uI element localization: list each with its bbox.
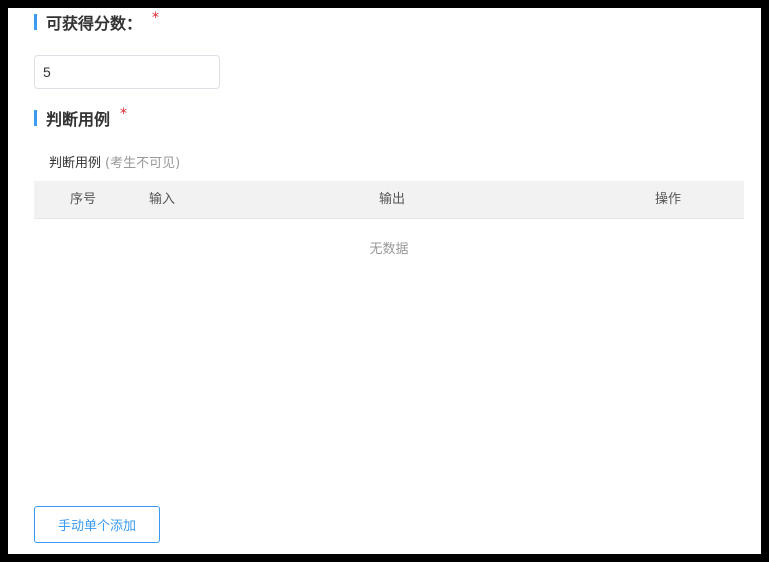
table-caption-hint: (考生不可见) xyxy=(105,156,181,171)
required-mark: * xyxy=(152,10,160,26)
section-accent-bar xyxy=(34,14,37,30)
required-mark: * xyxy=(120,106,128,122)
table-caption-label: 判断用例 xyxy=(49,156,102,171)
add-single-case-button[interactable]: 手动单个添加 xyxy=(34,506,160,543)
column-header-input: 输入 xyxy=(149,192,176,207)
score-section-title: 可获得分数： * xyxy=(34,10,160,33)
column-header-output: 输出 xyxy=(379,192,406,207)
column-header-index: 序号 xyxy=(70,192,97,207)
column-header-action: 操作 xyxy=(655,192,682,207)
empty-state-text: 无数据 xyxy=(369,242,409,257)
form-panel: 可获得分数： * 判断用例 * 判断用例(考生不可见) 序号 输入 输出 操作 … xyxy=(8,8,761,554)
table-header: 序号 输入 输出 操作 xyxy=(34,181,744,219)
score-label: 可获得分数： xyxy=(46,14,143,33)
cases-table: 序号 输入 输出 操作 无数据 xyxy=(34,181,744,281)
section-accent-bar xyxy=(34,110,37,126)
table-caption: 判断用例 (考生不可见) xyxy=(49,152,180,171)
cases-section-title: 判断用例 * xyxy=(34,106,128,129)
cases-label: 判断用例 xyxy=(46,110,111,129)
score-input[interactable] xyxy=(34,55,220,89)
